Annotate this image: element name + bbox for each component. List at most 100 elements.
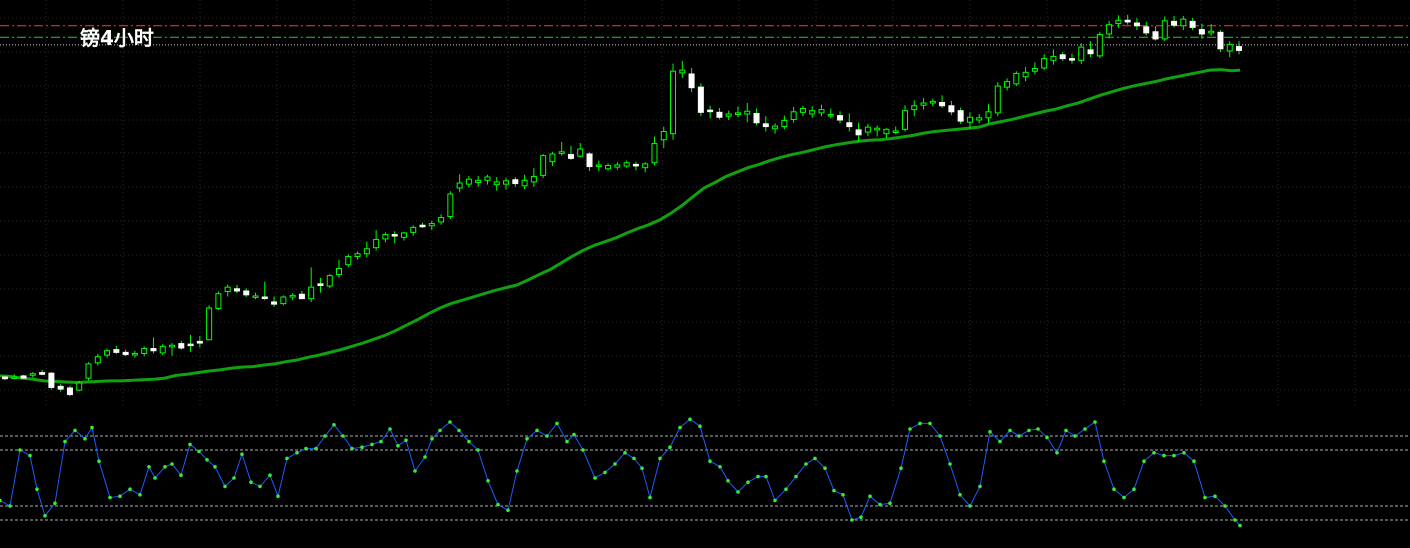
candle-body-down — [716, 111, 723, 118]
candle-body-up — [456, 182, 463, 189]
oscillator-point — [108, 495, 112, 500]
candle-body-down — [512, 179, 519, 185]
oscillator-point — [314, 446, 318, 451]
candle-body-up — [373, 238, 380, 249]
candle-body-down — [233, 288, 240, 292]
oscillator-point — [147, 465, 151, 469]
oscillator-line — [0, 417, 1242, 528]
oscillator-point — [593, 476, 597, 480]
chart-canvas — [0, 0, 1410, 528]
oscillator-point — [1132, 487, 1136, 492]
oscillator-point — [804, 462, 808, 466]
candle-body-down — [39, 372, 46, 375]
oscillator-point — [988, 430, 992, 434]
candle-body-down — [762, 123, 769, 128]
oscillator-point — [658, 456, 662, 461]
oscillator-point — [1027, 428, 1031, 433]
oscillator-point — [1203, 495, 1207, 500]
oscillator-point — [726, 479, 730, 483]
oscillator-point — [205, 458, 209, 462]
candle-body-up — [131, 352, 138, 356]
oscillator-point — [832, 488, 836, 493]
oscillator-point — [285, 456, 289, 461]
candle-body-down — [150, 348, 157, 352]
oscillator-point — [179, 473, 183, 478]
oscillator-point — [90, 425, 94, 430]
candle-body-up — [1208, 30, 1215, 34]
oscillator-point — [581, 448, 585, 452]
oscillator-point — [304, 446, 308, 451]
candle-body-down — [243, 290, 250, 296]
candle-body-up — [475, 179, 482, 183]
oscillator-point — [276, 494, 280, 499]
candle-body-down — [753, 112, 760, 124]
candle-body-up — [623, 162, 630, 167]
oscillator-point — [350, 446, 354, 451]
oscillator-point — [918, 421, 922, 426]
candle-body-down — [113, 349, 120, 353]
oscillator-point — [948, 462, 952, 466]
candle-body-up — [503, 180, 510, 185]
candle-body-down — [122, 351, 129, 356]
candle-body-up — [911, 105, 918, 111]
candle-body-down — [632, 163, 639, 167]
candle-body-down — [1189, 20, 1196, 28]
candle-body-down — [391, 234, 398, 237]
oscillator-point — [1083, 427, 1087, 431]
candle-body-up — [29, 373, 36, 376]
candle-body-up — [104, 350, 111, 356]
oscillator-point — [323, 434, 327, 438]
oscillator-point — [1122, 495, 1126, 500]
candle-body-down — [20, 375, 27, 379]
candle-body-up — [289, 294, 296, 298]
oscillator-point — [908, 427, 912, 431]
candle-body-down — [57, 385, 64, 390]
oscillator-point — [35, 487, 39, 492]
candle-body-down — [707, 109, 714, 113]
oscillator-point — [163, 465, 167, 469]
oscillator-levels — [0, 435, 1410, 521]
oscillator-point — [515, 469, 519, 473]
oscillator-point — [1152, 451, 1156, 455]
oscillator-point — [746, 480, 750, 485]
oscillator-point — [668, 445, 672, 450]
candle-body-up — [679, 69, 686, 74]
candle-body-down — [298, 293, 305, 300]
oscillator-point — [688, 417, 692, 422]
oscillator-point — [998, 439, 1002, 444]
oscillator-point — [535, 428, 539, 433]
candle-body-up — [605, 164, 612, 170]
candle-body-down — [1087, 49, 1094, 55]
candle-body-up — [382, 234, 389, 240]
oscillator-point — [232, 476, 236, 480]
candle-body-up — [206, 307, 213, 341]
candle-body-up — [577, 148, 584, 157]
reference-lines — [0, 25, 1410, 46]
candle-body-up — [651, 143, 658, 164]
candle-body-up — [465, 178, 472, 185]
candle-body-down — [1124, 19, 1131, 23]
candles — [2, 14, 1242, 397]
candle-body-up — [76, 382, 83, 391]
chart-title: 镑4小时 — [80, 26, 154, 50]
candle-body-up — [94, 356, 101, 364]
candle-body-up — [1041, 58, 1048, 69]
oscillator-point — [240, 452, 244, 457]
oscillator-point — [764, 474, 768, 479]
oscillator-point — [773, 498, 777, 503]
candle-body-up — [336, 268, 343, 276]
oscillator-point — [379, 439, 383, 444]
oscillator-point — [888, 501, 892, 506]
oscillator-point — [457, 428, 461, 433]
oscillator-point — [928, 421, 932, 426]
candle-body-up — [400, 232, 407, 238]
oscillator-point — [128, 487, 132, 492]
oscillator-point — [1045, 435, 1049, 440]
candle-body-down — [948, 105, 955, 113]
oscillator-point — [8, 504, 12, 508]
candle-body-up — [1180, 18, 1187, 27]
oscillator-point — [1182, 451, 1186, 455]
candle-body-up — [642, 163, 649, 169]
candle-body-up — [985, 111, 992, 119]
oscillator-point — [1233, 518, 1237, 522]
